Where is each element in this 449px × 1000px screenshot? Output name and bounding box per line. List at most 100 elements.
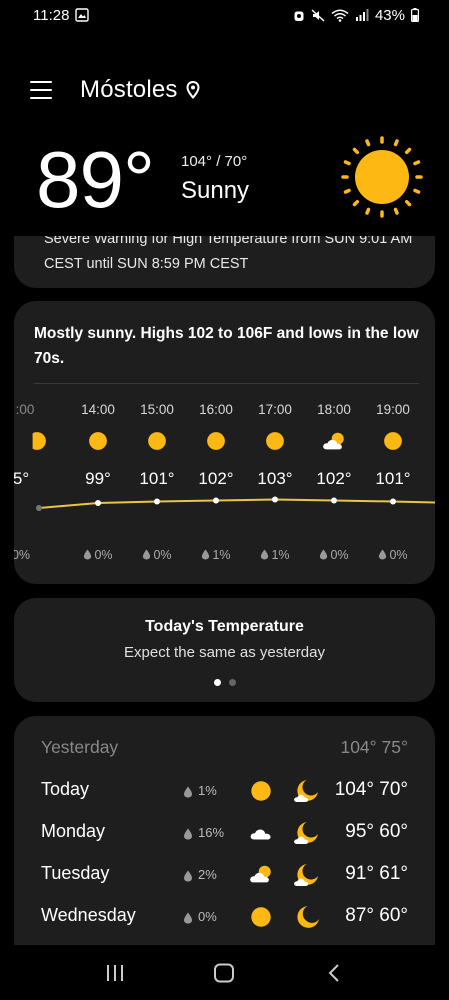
home-icon [214,963,235,982]
daily-row-today[interactable]: Today 1% 104° 70° [14,776,435,806]
current-condition: Sunny [181,177,250,204]
hour-time: 15:00 [140,402,174,417]
current-temperature: 89° [36,135,155,224]
pager-dot[interactable] [228,679,236,686]
alarm-icon [294,11,304,21]
hour-precipitation: 1% [245,548,305,562]
daily-row-monday[interactable]: Monday 16% 95° 60° [14,818,435,848]
pager-dots [14,679,435,686]
raindrop-icon [319,549,328,560]
app-header: Móstoles [0,70,449,110]
battery-percent: 43% [374,6,405,24]
hour-precipitation: 0% [363,548,423,562]
menu-icon[interactable] [30,81,52,99]
hour-temperature: 102° [316,469,352,488]
day-temperature-range: 87° 60° [345,905,408,926]
sun-icon [248,905,274,929]
warning-text: Severe Warning for High Temperature from… [44,236,413,272]
day-name: Wednesday [41,905,136,925]
hour-precipitation: 1% [186,548,246,562]
battery-icon [411,8,419,22]
temperature-graph [36,496,435,511]
todays-temperature-subtitle: Expect the same as yesterday [124,644,325,661]
day-name: Monday [41,821,106,841]
recent-apps-icon [106,964,123,981]
partly-cloudy-icon [321,430,347,454]
daily-row-tuesday[interactable]: Tuesday 2% 91° 61° [14,860,435,890]
daily-forecast-card[interactable]: Yesterday 104° 75° Today 1% 104° 70° Monday… [14,716,435,946]
hour-time: 14:00 [81,402,115,417]
hour-precipitation: 0% [14,548,51,562]
hour-time: 17:00 [258,402,292,417]
day-name: Yesterday [41,737,119,757]
day-precipitation: 0% [198,909,217,924]
back-button[interactable] [322,961,346,985]
day-temperature-range: 91° 61° [345,863,408,884]
sun-icon [341,136,423,218]
hour-time: 16:00 [199,402,233,417]
mute-icon [311,8,325,22]
day-name: Today [41,779,90,799]
raindrop-icon [183,785,193,798]
partly-cloudy-icon [248,863,274,887]
hour-temperature: 103° [257,469,293,488]
status-bar: 11:28 43% [0,0,449,30]
todays-temperature-title: Today's Temperature [145,618,304,635]
precip-value: 0% [389,548,408,562]
hour-temperature: 99° [85,469,111,488]
forecast-summary: Mostly sunny. Highs 102 to 106F and lows… [34,325,419,367]
divider [34,383,419,384]
hour-time: 18:00 [317,402,351,417]
sun-icon [87,430,109,452]
hourly-forecast-card[interactable]: Mostly sunny. Highs 102 to 106F and lows… [14,301,435,584]
raindrop-icon [83,549,92,560]
sun-icon [146,430,168,452]
precip-value: 0% [330,548,349,562]
sun-icon [382,430,404,452]
sun-icon [205,430,227,452]
day-temperature-range: 104° 70° [334,779,408,800]
partly-cloudy-night-icon [293,820,321,846]
partly-cloudy-night-icon [293,862,321,888]
day-precipitation: 2% [198,867,217,882]
raindrop-icon [378,549,387,560]
sun-icon [248,779,274,803]
raindrop-icon [201,549,210,560]
precip-value: 0% [14,548,31,562]
severe-warning-card[interactable]: Severe Warning for High Temperature from… [14,236,435,288]
recent-apps-button[interactable] [103,961,127,985]
high-low-temperature: 104° / 70° [181,153,248,170]
hour-precipitation: 0% [68,548,128,562]
raindrop-icon [183,869,193,882]
back-icon [328,963,339,982]
pager-dot-active[interactable] [213,679,221,686]
partly-cloudy-night-icon [293,778,321,804]
signal-icon [355,9,369,21]
daily-row-wednesday[interactable]: Wednesday 0% 87° 60° [14,902,435,932]
location-pin-icon [186,81,200,99]
daily-row-yesterday: Yesterday 104° 75° [14,734,435,764]
current-conditions: 89° 104° / 70° Sunny [0,135,449,235]
day-name: Tuesday [41,863,110,883]
sun-icon [32,430,48,452]
precip-value: 1% [212,548,231,562]
hour-temperature: 102° [198,469,234,488]
raindrop-icon [183,827,193,840]
todays-temperature-card[interactable]: Today's Temperature Expect the same as y… [14,598,435,702]
day-precipitation: 16% [198,825,225,840]
hour-temperature: 5° [14,469,30,488]
hour-precipitation: 0% [127,548,187,562]
hour-temperature: 101° [375,469,411,488]
raindrop-icon [260,549,269,560]
hour-time: :00 [15,402,35,417]
hour-temperature: 101° [139,469,175,488]
day-temperature-range: 104° 75° [340,737,408,757]
raindrop-icon [142,549,151,560]
wifi-icon [331,9,349,22]
sun-icon [264,430,286,452]
city-name[interactable]: Móstoles [80,76,178,104]
home-button[interactable] [212,961,236,985]
clock: 11:28 [33,6,70,24]
day-temperature-range: 95° 60° [345,821,408,842]
system-navigation-bar [0,945,449,1000]
